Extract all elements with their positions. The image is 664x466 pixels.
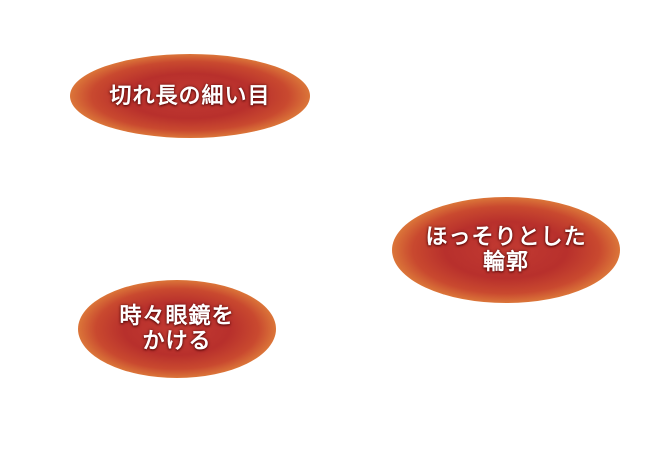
feature-badge-text: 輪郭 (482, 249, 529, 275)
feature-badge-eyes: 切れ長の細い目 (70, 54, 310, 138)
feature-badge-glasses: 時々眼鏡を かける (78, 280, 276, 378)
feature-badge-text: かける (142, 328, 212, 354)
feature-badge-canvas: 切れ長の細い目 ほっそりとした 輪郭 時々眼鏡を かける (0, 0, 664, 466)
feature-badge-text: ほっそりとした (425, 224, 587, 251)
feature-badge-text: 切れ長の細い目 (109, 82, 271, 109)
feature-badge-face-outline: ほっそりとした 輪郭 (392, 197, 620, 303)
feature-badge-text: 時々眼鏡を (119, 303, 235, 330)
